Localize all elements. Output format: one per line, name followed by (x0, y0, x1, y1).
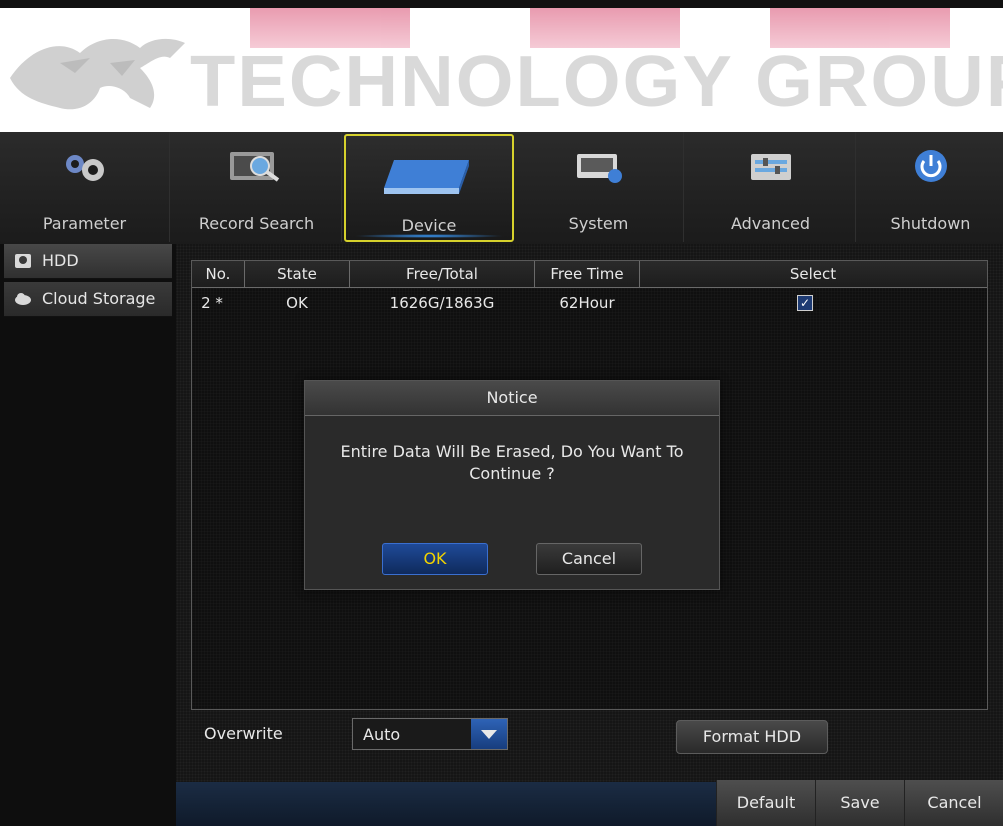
hard-drive-icon (384, 160, 469, 194)
save-button[interactable]: Save (815, 780, 904, 826)
column-header-no: No. (192, 261, 245, 287)
tab-label: Shutdown (890, 214, 971, 233)
select-checkbox[interactable]: ✓ (797, 295, 813, 311)
tab-label: Record Search (198, 214, 315, 233)
tab-shutdown[interactable]: Shutdown (858, 132, 1003, 242)
tab-system[interactable]: System (514, 132, 684, 242)
tab-label: Advanced (730, 214, 811, 233)
ok-button[interactable]: OK (382, 543, 488, 575)
column-header-free-time: Free Time (535, 261, 640, 287)
dragon-logo-icon (10, 38, 185, 110)
tab-advanced[interactable]: Advanced (686, 132, 856, 242)
system-info-icon (576, 154, 622, 183)
sidebar-item-hdd[interactable]: HDD (4, 244, 172, 279)
watermark-text: TECHNOLOGY GROUP (190, 42, 1003, 118)
advanced-settings-icon (750, 154, 791, 180)
dialog-title: Notice (305, 381, 719, 416)
sidebar-item-label: HDD (42, 251, 79, 270)
dialog-message: Entire Data Will Be Erased, Do You Want … (340, 442, 684, 483)
dialog-cancel-button[interactable]: Cancel (536, 543, 642, 575)
chevron-down-icon[interactable] (471, 719, 507, 749)
tab-label: Parameter (42, 214, 127, 233)
tab-label: System (568, 214, 629, 233)
notice-dialog: Notice Entire Data Will Be Erased, Do Yo… (304, 380, 720, 590)
top-navigation: Parameter Record Search Device System Ad… (0, 132, 1003, 244)
column-header-free-total: Free/Total (350, 261, 535, 287)
table-header: No. State Free/Total Free Time Select (192, 261, 987, 288)
column-header-select: Select (789, 265, 837, 283)
tab-device[interactable]: Device (344, 134, 514, 242)
hdd-icon (15, 254, 31, 268)
gears-icon (65, 155, 104, 181)
cell-state: OK (286, 294, 308, 312)
cell-no: 2 * (201, 294, 223, 312)
tab-record-search[interactable]: Record Search (172, 132, 342, 242)
watermark-banner: TECHNOLOGY GROUP (0, 0, 1003, 118)
cancel-button[interactable]: Cancel (904, 780, 1003, 826)
sidebar-item-cloud-storage[interactable]: Cloud Storage (4, 282, 172, 317)
overwrite-dropdown[interactable]: Auto (352, 718, 508, 750)
default-button[interactable]: Default (716, 780, 815, 826)
cloud-storage-icon (15, 293, 31, 305)
overwrite-label: Overwrite (204, 724, 283, 743)
cell-free-total: 1626G/1863G (389, 294, 495, 312)
dvr-screen: Parameter Record Search Device System Ad… (0, 132, 1003, 826)
sidebar-item-label: Cloud Storage (42, 289, 156, 308)
power-icon (914, 150, 947, 182)
column-header-state: State (245, 261, 350, 287)
cell-free-time: 62Hour (559, 294, 615, 312)
tab-label: Device (401, 216, 457, 235)
tab-parameter[interactable]: Parameter (0, 132, 170, 242)
record-search-icon (229, 152, 279, 182)
format-hdd-button[interactable]: Format HDD (676, 720, 828, 754)
sidebar: HDD Cloud Storage (0, 244, 176, 826)
banner-top-bar (0, 0, 1003, 8)
overwrite-value: Auto (363, 725, 401, 744)
